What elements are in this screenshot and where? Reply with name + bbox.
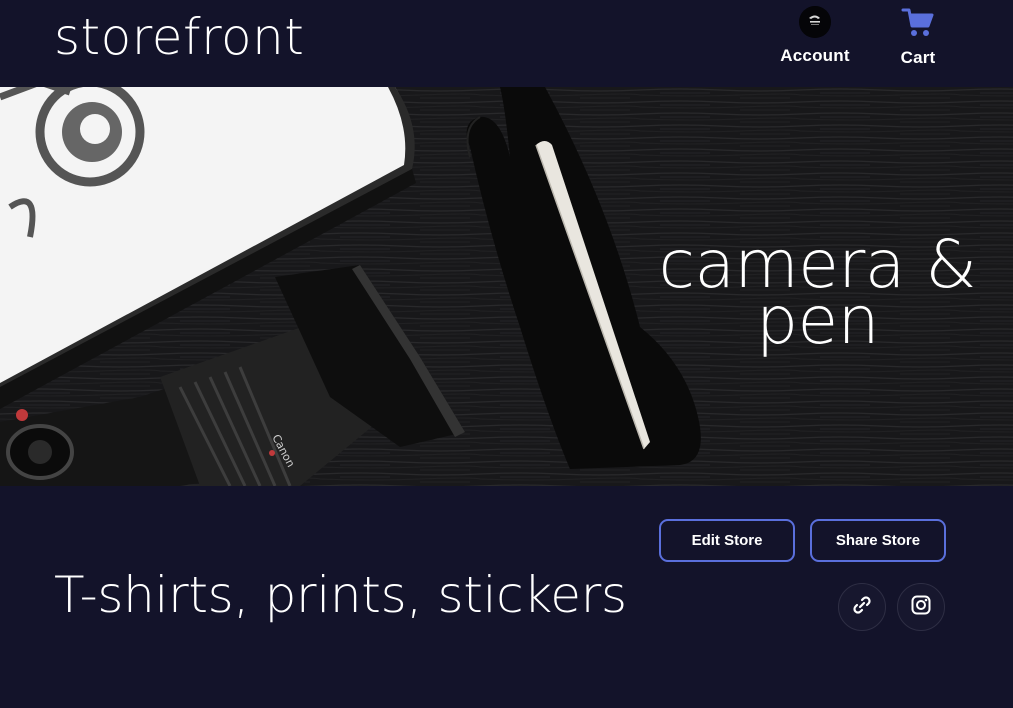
shopping-cart-icon (900, 6, 936, 40)
link-icon (851, 594, 873, 621)
storefront-page: storefront Account Cart Canon camera & p… (0, 0, 1013, 708)
edit-store-button[interactable]: Edit Store (659, 519, 795, 562)
top-header: storefront Account Cart (0, 0, 1013, 87)
store-tagline: T-shirts, prints, stickers (54, 566, 627, 624)
instagram-icon (910, 594, 932, 621)
copy-link-button[interactable] (838, 583, 886, 631)
account-button[interactable]: Account (776, 6, 854, 66)
account-avatar-icon (799, 6, 831, 38)
banner-heading: camera & pen (658, 226, 977, 359)
cart-label: Cart (900, 48, 936, 67)
account-label: Account (780, 46, 850, 65)
store-brand-title[interactable]: storefront (54, 10, 304, 65)
instagram-button[interactable] (897, 583, 945, 631)
store-banner-image: Canon camera & pen (0, 87, 1013, 486)
share-store-button[interactable]: Share Store (810, 519, 946, 562)
cart-button[interactable]: Cart (890, 6, 946, 68)
